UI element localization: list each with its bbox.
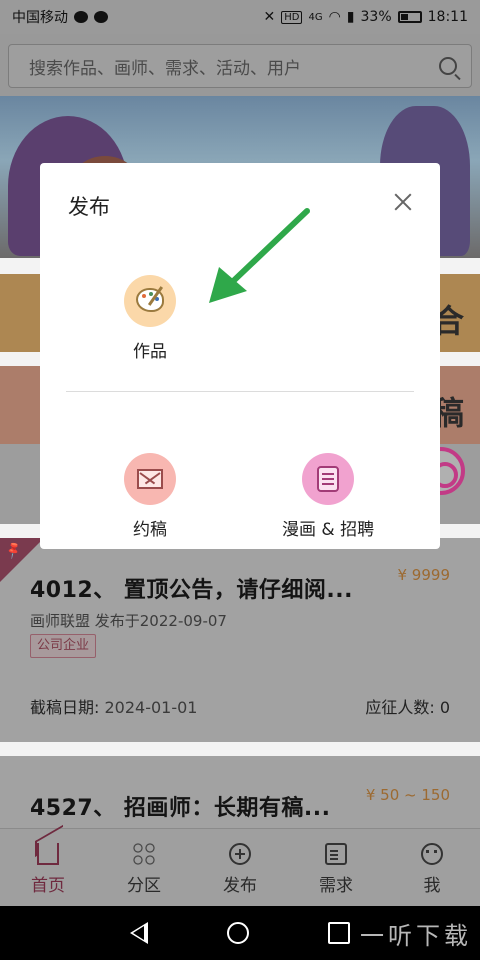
card-price: ¥ 50 ~ 150: [365, 786, 450, 804]
battery-percent: 33%: [360, 9, 392, 25]
tab-me[interactable]: 我: [384, 829, 480, 906]
wifi-icon: ◠: [328, 9, 341, 25]
card-title: 4012、 置顶公告，请仔细阅...: [30, 578, 353, 603]
tab-me-label: 我: [423, 876, 441, 896]
comic-recruit-option[interactable]: 漫画 & 招聘: [282, 453, 374, 540]
tab-home-label: 首页: [31, 876, 65, 896]
tab-publish[interactable]: 发布: [192, 829, 288, 906]
applicants-value: 0: [439, 698, 450, 717]
applicants-label: 应征人数:: [365, 698, 435, 717]
comic-recruit-label: 漫画 & 招聘: [282, 520, 375, 540]
tab-categories-label: 分区: [127, 876, 161, 896]
search-input[interactable]: 搜索作品、画师、需求、活动、用户: [8, 44, 472, 88]
commission-label: 约稿: [133, 520, 167, 540]
list-item[interactable]: 4527、 招画师：长期有稿... ¥ 50 ~ 150: [0, 756, 480, 828]
deadline: 截稿日期: 2024-01-01: [30, 694, 197, 718]
profile-icon: [421, 843, 443, 865]
document-icon: [302, 453, 355, 505]
tab-requests-label: 需求: [319, 876, 353, 896]
back-icon[interactable]: [129, 922, 148, 944]
card-meta: 画师联盟 发布于2022-09-07: [30, 612, 227, 630]
close-icon[interactable]: [394, 193, 412, 211]
search-area: 搜索作品、画师、需求、活动、用户: [0, 34, 480, 96]
dialog-divider: [66, 391, 414, 392]
tab-requests[interactable]: 需求: [288, 829, 384, 906]
mute-icon: ✕: [263, 9, 276, 25]
home-icon: [37, 843, 59, 865]
plus-circle-icon: [229, 843, 251, 865]
battery-icon: [397, 11, 422, 23]
deadline-label: 截稿日期:: [30, 698, 100, 717]
search-placeholder: 搜索作品、画师、需求、活动、用户: [29, 58, 301, 79]
clock: 18:11: [427, 9, 468, 25]
card-price: ¥ 9999: [397, 566, 451, 584]
publish-works-option[interactable]: 作品: [124, 275, 176, 362]
grid-icon: [133, 843, 155, 865]
bottom-tab-bar: 首页 分区 发布 需求 我: [0, 828, 480, 906]
tab-home[interactable]: 首页: [0, 829, 96, 906]
tab-categories[interactable]: 分区: [96, 829, 192, 906]
deadline-value: 2024-01-01: [104, 698, 198, 717]
signal-icon: ▮: [346, 9, 355, 25]
recent-apps-icon[interactable]: [328, 922, 351, 944]
dialog-title: 发布: [68, 195, 110, 219]
watermark: 一听下载: [360, 922, 472, 950]
signal-type: 4G: [308, 11, 323, 23]
applicants: 应征人数: 0: [365, 694, 450, 718]
palette-icon: [124, 275, 176, 327]
commission-option[interactable]: 约稿: [124, 453, 176, 540]
wechat-icon: [74, 11, 88, 23]
hd-badge: HD: [281, 10, 303, 24]
carrier-label: 中国移动: [12, 10, 68, 26]
tab-publish-label: 发布: [223, 876, 257, 896]
message-icon: [94, 11, 108, 23]
publish-works-label: 作品: [133, 342, 167, 362]
annotation-arrow: [209, 208, 310, 303]
card-title: 4527、 招画师：长期有稿...: [30, 796, 331, 821]
envelope-icon: [124, 453, 176, 505]
status-bar: 中国移动 ✕ HD 4G ◠ ▮ 33% 18:11: [0, 0, 480, 34]
clipboard-icon: [325, 843, 347, 865]
search-icon[interactable]: [439, 57, 457, 75]
list-item[interactable]: 📌 4012、 置顶公告，请仔细阅... ¥ 9999 画师联盟 发布于2022…: [0, 538, 480, 742]
home-nav-icon[interactable]: [226, 922, 249, 944]
card-tag: 公司企业: [30, 634, 97, 658]
